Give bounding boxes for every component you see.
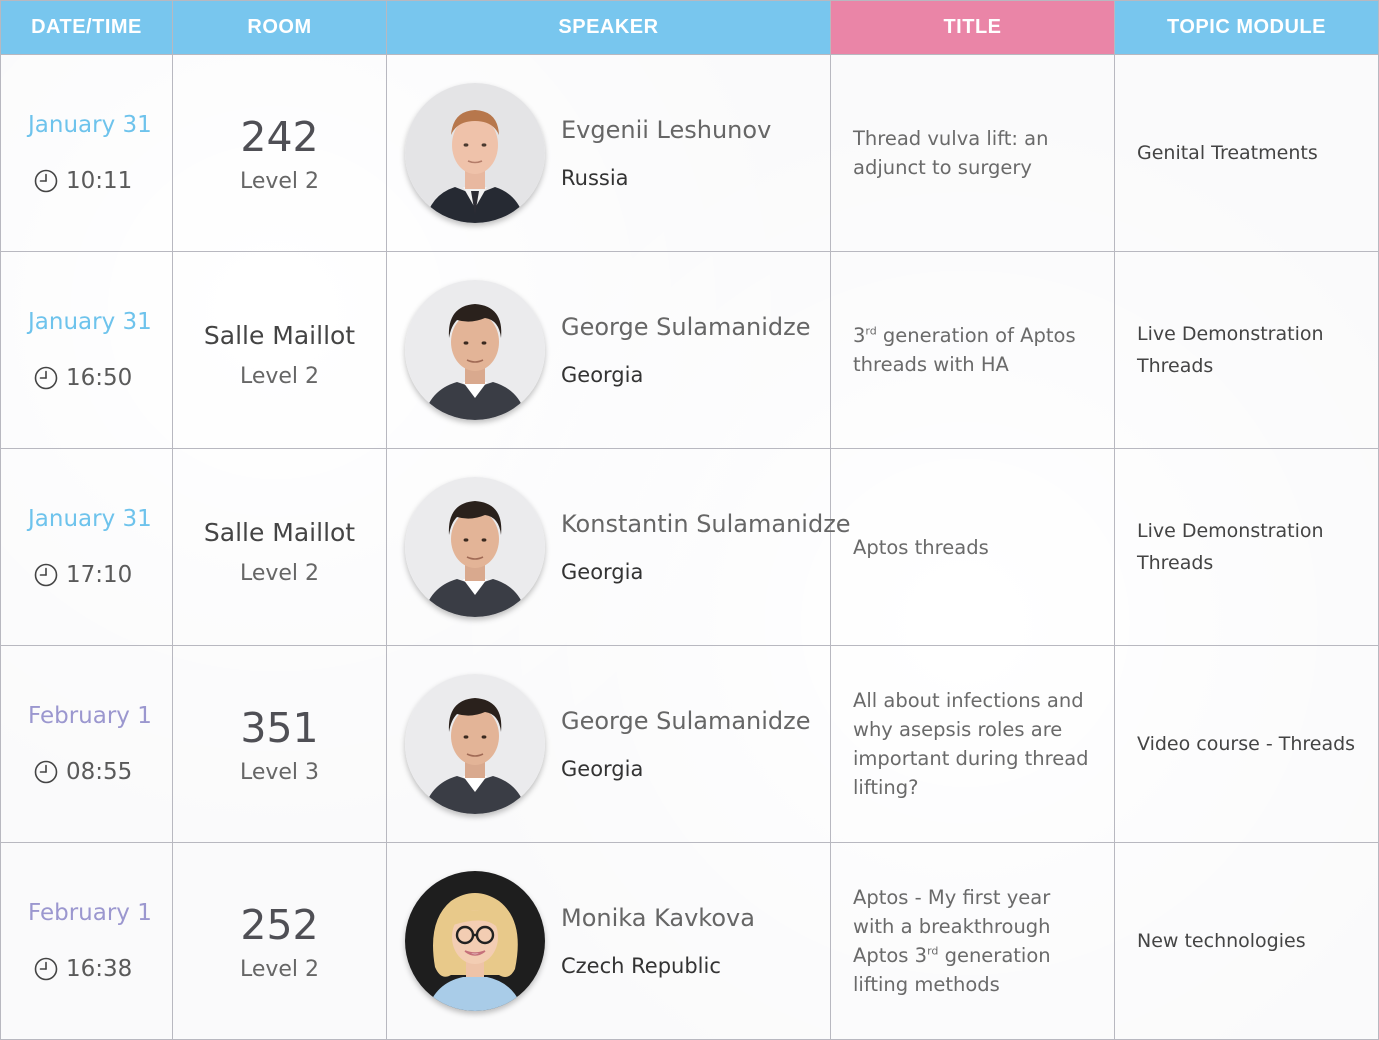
session-title: Aptos threads [853,535,989,559]
speaker-name: George Sulamanidze [561,313,811,341]
topic-cell: Live Demonstration Threads [1114,448,1379,646]
session-date: January 31 [28,112,152,138]
date-time-cell: January 31 10:11 [0,54,173,252]
schedule-table: DATE/TIME ROOM SPEAKER TITLE TOPIC MODUL… [0,0,1379,1040]
speaker-name: George Sulamanidze [561,707,811,735]
header-topic-module: TOPIC MODULE [1114,0,1379,55]
room-level: Level 2 [239,956,320,982]
speaker-country: Georgia [561,363,644,387]
speaker-cell: George Sulamanidze Georgia [386,251,831,449]
session-date: February 1 [28,900,152,926]
speaker-cell: George Sulamanidze Georgia [386,645,831,843]
topic-cell: Video course - Threads [1114,645,1379,843]
clock-icon [34,957,58,981]
session-time: 17:10 [1,562,172,588]
table-row: January 31 16:50 Salle Maillot Level 2 G… [0,251,1379,449]
title-cell: Aptos - My first year with a breakthroug… [830,842,1115,1040]
room-cell: 242 Level 2 [172,54,387,252]
speaker-country: Czech Republic [561,954,721,978]
session-time: 16:50 [1,365,172,391]
room-level: Level 2 [239,560,320,586]
speaker-name: Evgenii Leshunov [561,116,772,144]
speaker-country: Russia [561,166,629,190]
session-time: 16:38 [1,956,172,982]
title-cell: 3rd generation of Aptos threads with HA [830,251,1115,449]
session-time-text: 16:38 [66,956,133,982]
speaker-country: Georgia [561,560,644,584]
speaker-name: Konstantin Sulamanidze [561,510,851,538]
speaker-avatar [405,871,545,1011]
woman-blonde-glasses-avatar-icon [405,871,545,1011]
session-time-text: 10:11 [66,168,133,194]
speaker-avatar [405,477,545,617]
date-time-cell: January 31 16:50 [0,251,173,449]
title-cell: All about infections and why asepsis rol… [830,645,1115,843]
room-cell: 252 Level 2 [172,842,387,1040]
session-time-text: 16:50 [66,365,133,391]
room-number: 242 [240,112,319,161]
man-dark-hair-avatar-icon [405,477,545,617]
topic-cell: Genital Treatments [1114,54,1379,252]
header-row: DATE/TIME ROOM SPEAKER TITLE TOPIC MODUL… [0,0,1379,55]
table-row: January 31 17:10 Salle Maillot Level 2 K… [0,448,1379,646]
session-time-text: 17:10 [66,562,133,588]
header-speaker: SPEAKER [386,0,831,55]
speaker-name: Monika Kavkova [561,904,755,932]
clock-icon [34,169,58,193]
table-row: February 1 16:38 252 Level 2 Monika Kavk… [0,842,1379,1040]
date-time-cell: January 31 17:10 [0,448,173,646]
man-dark-hair-avatar-icon [405,674,545,814]
topic-module: Video course - Threads [1137,733,1356,755]
date-time-cell: February 1 08:55 [0,645,173,843]
room-name: Salle Maillot [203,517,356,547]
room-level: Level 3 [239,759,320,785]
room-level: Level 2 [239,168,320,194]
room-level: Level 2 [239,363,320,389]
topic-module: New technologies [1137,930,1306,952]
speaker-avatar [405,674,545,814]
room-cell: 351 Level 3 [172,645,387,843]
speaker-avatar [405,83,545,223]
topic-cell: New technologies [1114,842,1379,1040]
speaker-cell: Evgenii Leshunov Russia [386,54,831,252]
session-time-text: 08:55 [66,759,133,785]
header-title: TITLE [830,0,1115,55]
session-date: January 31 [28,309,152,335]
clock-icon [34,760,58,784]
session-title: 3rd generation of Aptos threads with HA [853,324,1076,376]
table-row: January 31 10:11 242 Level 2 Evgenii Les… [0,54,1379,252]
topic-module: Live Demonstration Threads [1137,520,1324,574]
title-cell: Aptos threads [830,448,1115,646]
session-title: All about infections and why asepsis rol… [853,689,1089,799]
man-blond-avatar-icon [405,83,545,223]
topic-module: Genital Treatments [1137,142,1318,164]
man-dark-hair-avatar-icon [405,280,545,420]
header-room: ROOM [172,0,387,55]
speaker-cell: Konstantin Sulamanidze Georgia [386,448,851,646]
room-number: 351 [240,703,319,752]
room-cell: Salle Maillot Level 2 [172,251,387,449]
room-number: 252 [240,900,319,949]
clock-icon [34,563,58,587]
topic-module: Live Demonstration Threads [1137,323,1324,377]
session-title: Aptos - My first year with a breakthroug… [853,886,1051,996]
speaker-country: Georgia [561,757,644,781]
table-row: February 1 08:55 351 Level 3 George Sula… [0,645,1379,843]
date-time-cell: February 1 16:38 [0,842,173,1040]
session-time: 08:55 [1,759,172,785]
session-date: January 31 [28,506,152,532]
schedule-page: DATE/TIME ROOM SPEAKER TITLE TOPIC MODUL… [0,0,1379,1040]
room-name: Salle Maillot [203,320,356,350]
topic-cell: Live Demonstration Threads [1114,251,1379,449]
header-date-time: DATE/TIME [0,0,173,55]
session-date: February 1 [28,703,152,729]
speaker-avatar [405,280,545,420]
session-time: 10:11 [1,168,172,194]
speaker-cell: Monika Kavkova Czech Republic [386,842,831,1040]
room-cell: Salle Maillot Level 2 [172,448,387,646]
clock-icon [34,366,58,390]
session-title: Thread vulva lift: an adjunct to surgery [853,127,1049,179]
title-cell: Thread vulva lift: an adjunct to surgery [830,54,1115,252]
